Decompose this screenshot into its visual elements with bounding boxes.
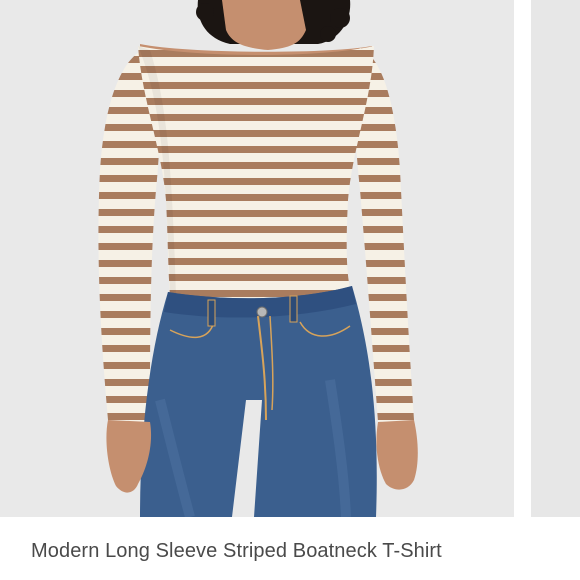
product-photo[interactable] bbox=[0, 0, 514, 517]
cropped-text-line: . . . . . . . . . bbox=[380, 571, 580, 580]
next-photo-preview[interactable] bbox=[531, 0, 580, 517]
listing-page: Modern Long Sleeve Striped Boatneck T-Sh… bbox=[0, 0, 580, 580]
product-photo-illustration bbox=[0, 0, 514, 517]
cropped-text-glyphs: . . . . . . . . . bbox=[380, 573, 497, 580]
photo-carousel[interactable] bbox=[0, 0, 580, 517]
listing-title[interactable]: Modern Long Sleeve Striped Boatneck T-Sh… bbox=[31, 540, 442, 563]
